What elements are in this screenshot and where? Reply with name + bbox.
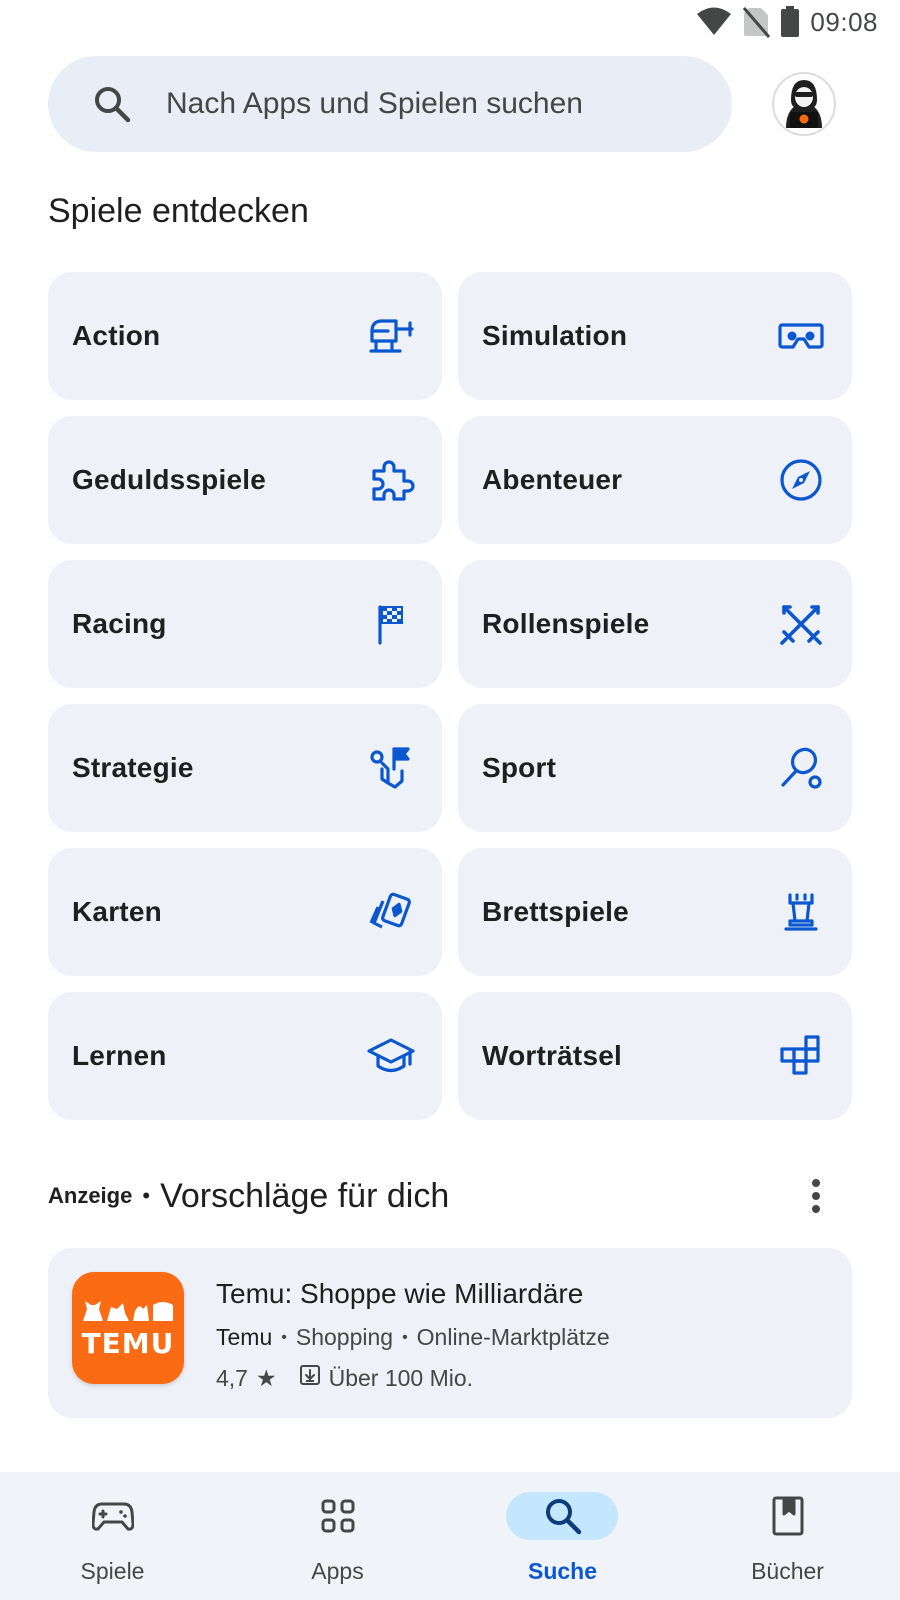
app-stats: 4,7 ★ Über 100 Mio. [216,1364,473,1392]
status-bar: 09:08 [0,0,900,48]
ad-separator: • [142,1183,151,1208]
search-icon [92,84,132,124]
gamepad-icon [91,1494,135,1538]
cards-icon [366,887,416,937]
ad-app-card[interactable]: TEMU Temu: Shoppe wie Milliardäre Temu •… [48,1248,852,1418]
nav-item-spiele[interactable]: Spiele [0,1472,225,1600]
ad-section-title: Vorschläge für dich [160,1176,450,1215]
category-label: Action [72,320,161,351]
category-label: Lernen [72,1040,167,1071]
ad-tag: Anzeige [48,1183,133,1208]
meta-separator: • [281,1328,287,1346]
category-label: Sport [482,752,557,783]
more-vert-icon [812,1179,820,1213]
avatar-hacker-icon [774,74,834,134]
compass-icon [776,455,826,505]
nav-item-apps[interactable]: Apps [225,1472,450,1600]
temu-logo-critters-icon [81,1297,175,1327]
apps-grid-icon [316,1494,360,1538]
status-icons: 09:08 [696,6,878,38]
ad-section-header: Anzeige • Vorschläge für dich [48,1168,852,1224]
category-label: Abenteuer [482,464,623,495]
star-icon: ★ [255,1364,277,1391]
app-name: Temu: Shoppe wie Milliardäre [216,1278,584,1309]
temu-app-icon: TEMU [72,1272,184,1384]
nav-item-suche[interactable]: Suche [450,1472,675,1600]
helicopter-icon [366,311,416,361]
app-subcategory: Online-Marktplätze [416,1324,610,1350]
category-label: Brettspiele [482,896,629,927]
category-geduldsspiele[interactable]: Geduldsspiele [48,416,442,544]
search-input[interactable] [166,87,686,121]
nav-label: Bücher [751,1558,824,1584]
category-simulation[interactable]: Simulation [458,272,852,400]
bottom-navigation: Spiele Apps Suche Bücher [0,1472,900,1600]
checkered-flag-icon [366,599,416,649]
category-label: Racing [72,608,167,639]
category-label: Simulation [482,320,628,351]
download-icon [299,1364,321,1392]
section-title-discover: Spiele entdecken [48,192,309,230]
nav-label: Apps [311,1558,364,1584]
category-racing[interactable]: Racing [48,560,442,688]
category-wortraetsel[interactable]: Worträtsel [458,992,852,1120]
category-brettspiele[interactable]: Brettspiele [458,848,852,976]
app-meta: Temu • Shopping • Online-Marktplätze [216,1324,610,1351]
temu-logo-text: TEMU [81,1327,175,1360]
vr-headset-icon [776,311,826,361]
strategy-icon [366,743,416,793]
category-karten[interactable]: Karten [48,848,442,976]
status-time: 09:08 [810,6,878,37]
category-strategie[interactable]: Strategie [48,704,442,832]
category-label: Strategie [72,752,194,783]
category-label: Karten [72,896,162,927]
search-bar[interactable] [48,56,732,152]
avatar[interactable] [772,72,836,136]
app-rating: 4,7 [216,1364,248,1391]
racket-icon [776,743,826,793]
category-sport[interactable]: Sport [458,704,852,832]
puzzle-icon [366,455,416,505]
category-label: Worträtsel [482,1040,622,1071]
book-icon [766,1494,810,1538]
category-abenteuer[interactable]: Abenteuer [458,416,852,544]
app-downloads: Über 100 Mio. [328,1364,474,1391]
crossed-swords-icon [776,599,826,649]
category-label: Geduldsspiele [72,464,266,495]
graduation-cap-icon [366,1031,416,1081]
search-icon [541,1494,585,1538]
wifi-icon [696,7,732,37]
crossword-icon [776,1031,826,1081]
app-category: Shopping [295,1324,394,1350]
meta-separator: • [402,1328,408,1346]
nav-item-buecher[interactable]: Bücher [675,1472,900,1600]
category-action[interactable]: Action [48,272,442,400]
category-label: Rollenspiele [482,608,650,639]
battery-icon [780,6,800,38]
category-lernen[interactable]: Lernen [48,992,442,1120]
nav-label: Suche [527,1558,598,1584]
category-grid: Action Simulation Geduldsspiele Abenteue… [48,272,852,1120]
app-developer: Temu [216,1324,273,1350]
category-rollenspiele[interactable]: Rollenspiele [458,560,852,688]
more-options-button[interactable] [792,1172,840,1220]
chess-rook-icon [776,887,826,937]
no-sim-icon [742,6,771,38]
nav-label: Spiele [80,1558,145,1584]
